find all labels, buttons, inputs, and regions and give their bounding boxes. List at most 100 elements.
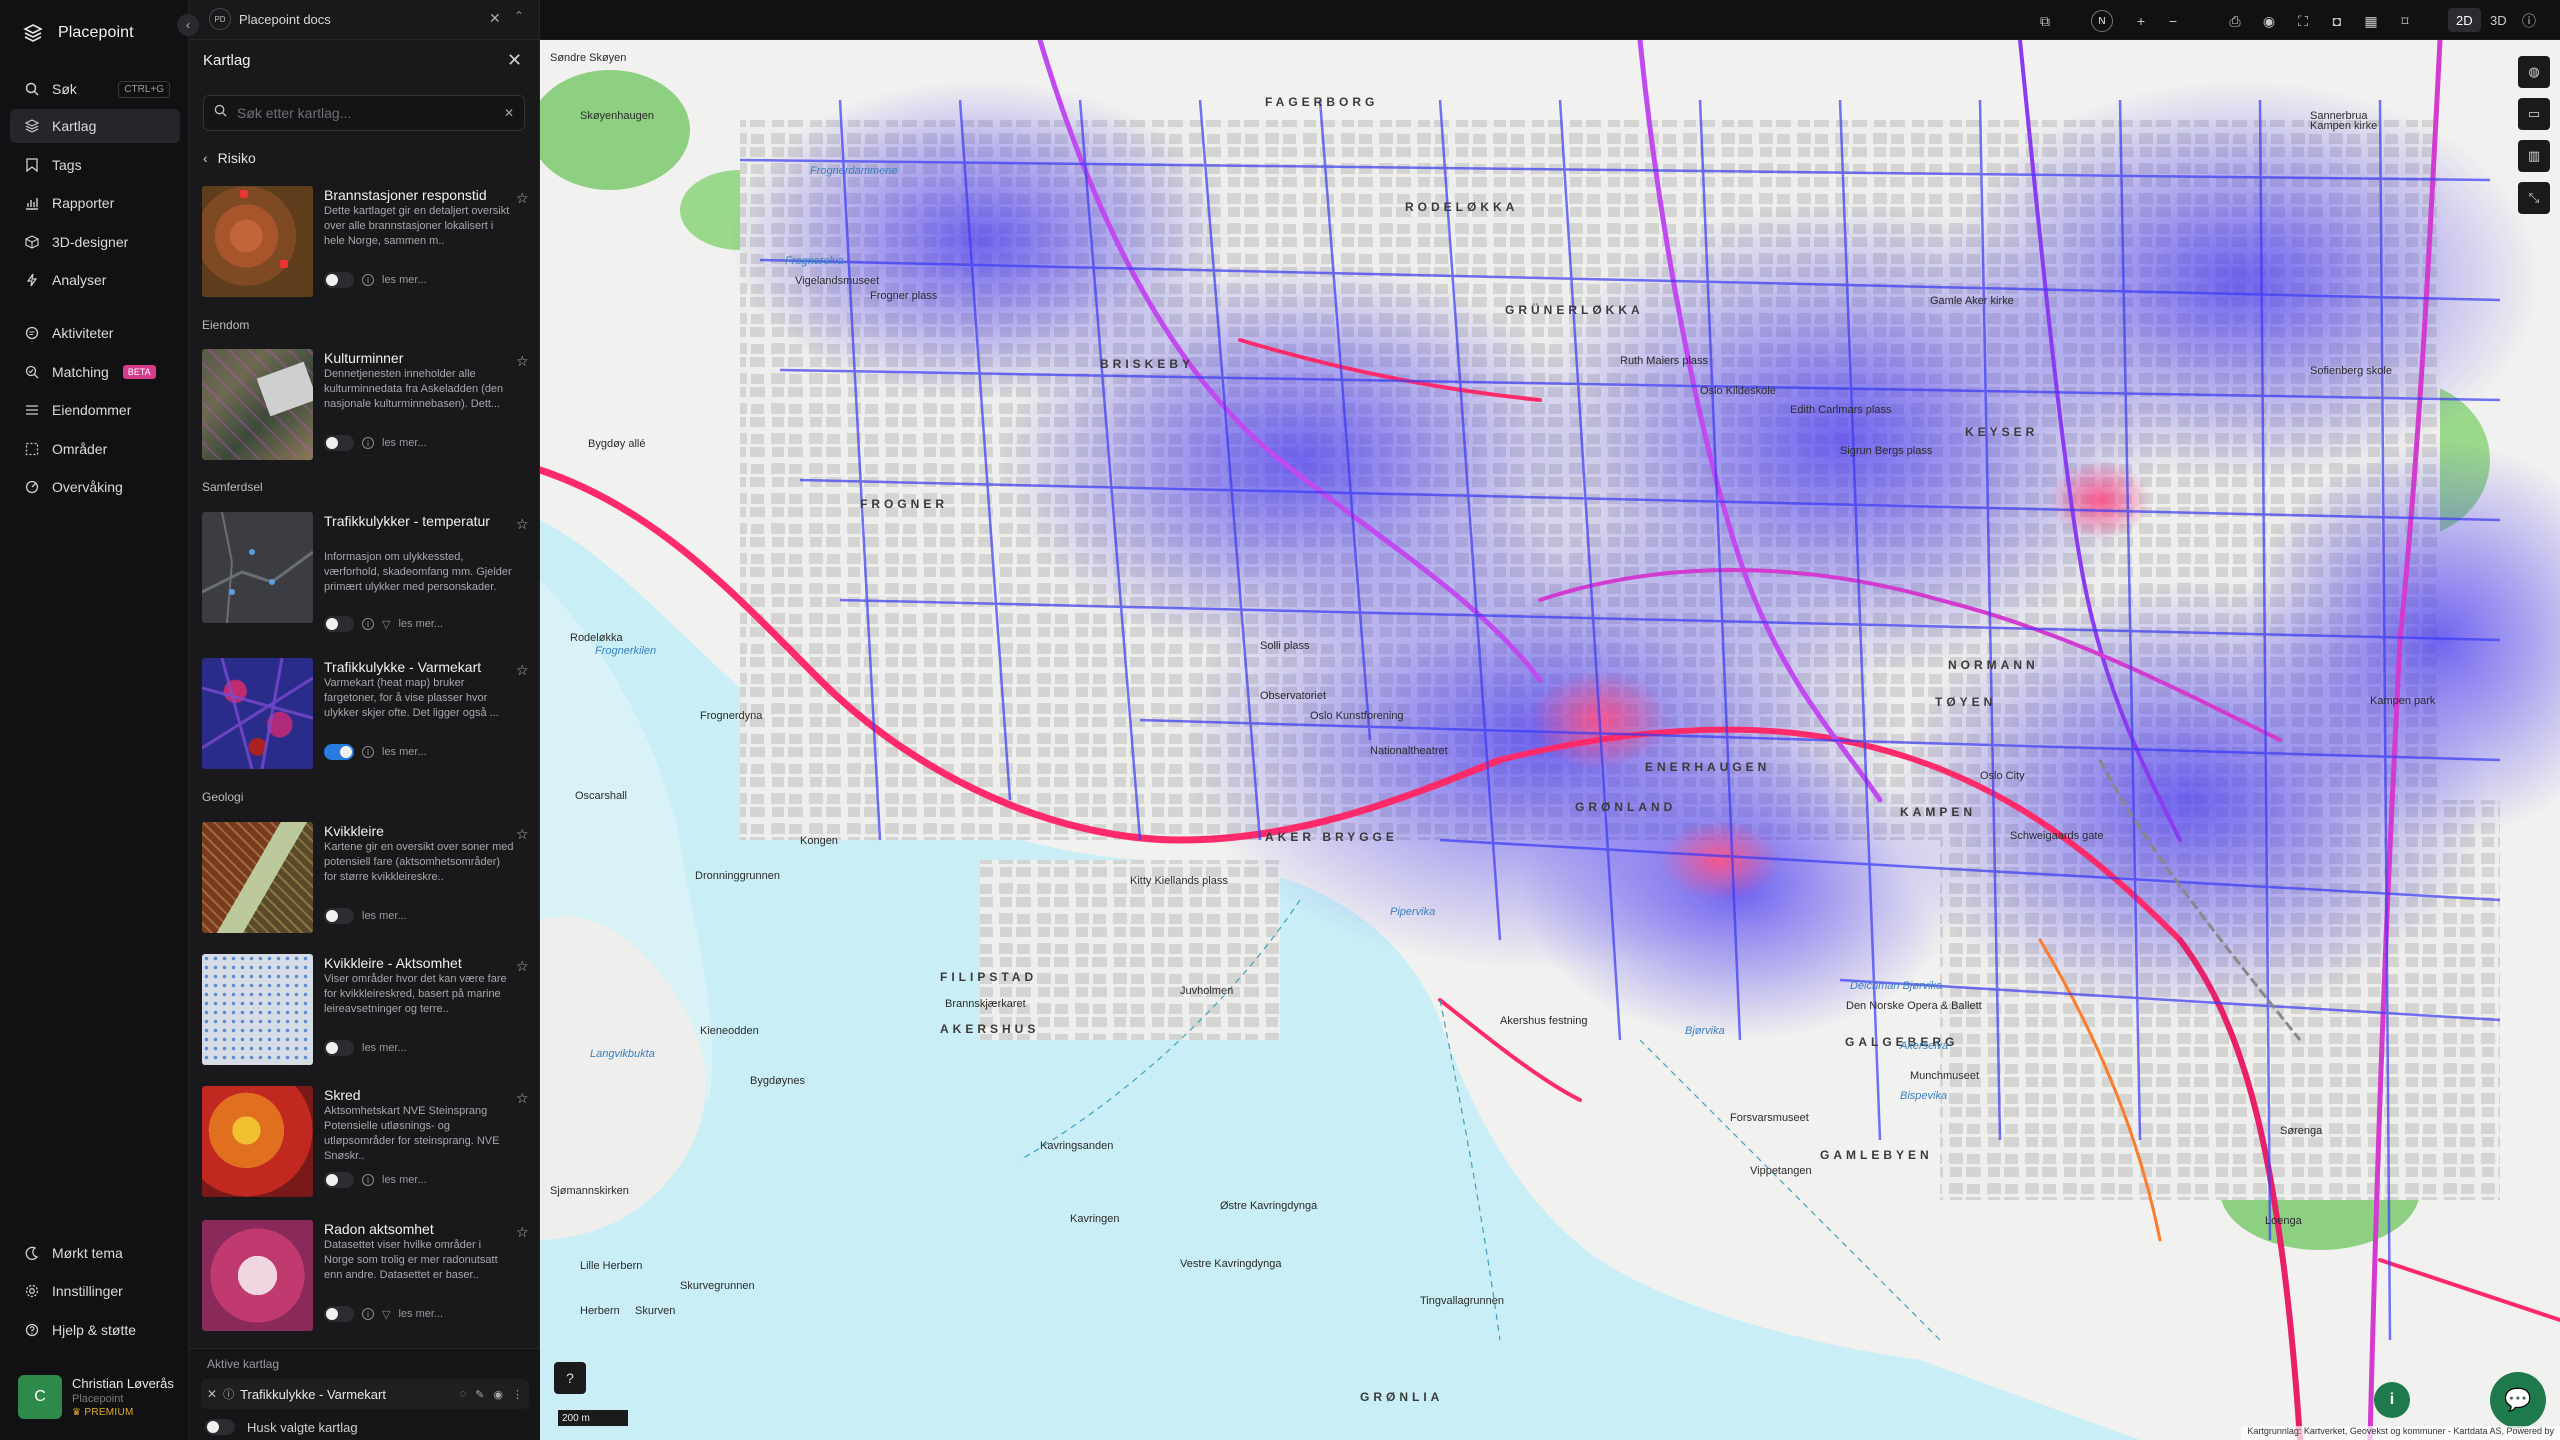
remove-layer-icon[interactable]: ✕	[207, 1387, 217, 1401]
layer-card[interactable]: Kulturminner Dennetjenesten inneholder a…	[202, 349, 532, 461]
more-icon[interactable]: ⋮	[512, 1388, 523, 1401]
favorite-star-icon[interactable]: ☆	[516, 1090, 529, 1107]
user-profile[interactable]: C Christian Løverås Placepoint ♛ PREMIUM	[10, 1366, 180, 1428]
route-icon[interactable]: ⤡	[2518, 182, 2550, 214]
read-more-link[interactable]: les mer...	[382, 1174, 427, 1186]
layer-description: Dette kartlaget gir en detaljert oversik…	[324, 205, 510, 247]
layer-toggle[interactable]	[324, 1306, 354, 1322]
chat-button[interactable]: 💬	[2490, 1372, 2546, 1428]
statistics-icon[interactable]: ▥	[2518, 140, 2550, 172]
nav-item-settings[interactable]: Innstillinger	[10, 1274, 180, 1308]
layer-toggle[interactable]	[324, 435, 354, 451]
nav-item-matching[interactable]: Matching BETA	[10, 355, 180, 389]
info-icon[interactable]: i	[362, 1174, 374, 1186]
layer-card[interactable]: Trafikkulykke - Varmekart Varmekart (hea…	[202, 658, 532, 770]
bookmark-icon[interactable]: ⌑	[2394, 10, 2416, 32]
active-layer-row[interactable]: ✕ ⓘ Trafikkulykke - Varmekart ◌ ✎ ◉ ⋮	[201, 1379, 529, 1409]
place-label: Ruth Maiers plass	[1620, 355, 1709, 367]
info-icon[interactable]: ⓘ	[223, 1386, 234, 1402]
crown-icon: ♛	[72, 1407, 85, 1418]
brand[interactable]: Placepoint	[22, 20, 134, 46]
info-icon[interactable]: i	[362, 746, 374, 758]
compass-button[interactable]: N	[2091, 10, 2113, 32]
camera-icon[interactable]: ◘	[2326, 10, 2348, 32]
nav-item-help[interactable]: Hjelp & støtte	[10, 1313, 180, 1347]
map-canvas[interactable]: FAGERBORG BRISKEBY FROGNER RODELØKKA GRÜNERL…	[540, 40, 2560, 1440]
nav-item-layers[interactable]: Kartlag	[10, 109, 180, 143]
info-icon[interactable]: i	[362, 437, 374, 449]
collapse-nav-button[interactable]: ‹	[177, 14, 199, 36]
nav-item-tags[interactable]: Tags	[10, 148, 180, 182]
read-more-link[interactable]: les mer...	[398, 1308, 443, 1320]
layer-card[interactable]: Radon aktsomhet Datasettet viser hvilke …	[202, 1220, 532, 1332]
place-label: Pipervika	[1390, 906, 1436, 918]
remember-layers[interactable]: Husk valgte kartlag	[205, 1419, 358, 1435]
opacity-icon[interactable]: ◌	[460, 1388, 467, 1401]
layer-card[interactable]: Kvikkleire - Aktsomhet Viser områder hvo…	[202, 954, 532, 1066]
back-to-category[interactable]: ‹ Risiko	[203, 150, 256, 166]
filter-icon[interactable]: ▽	[382, 1308, 390, 1321]
filter-icon[interactable]: ▽	[382, 618, 390, 631]
map-help-button[interactable]: ?	[554, 1362, 586, 1394]
layer-toggle[interactable]	[324, 1040, 354, 1056]
basemap-icon[interactable]: ◍	[2518, 56, 2550, 88]
nav-item-reports[interactable]: Rapporter	[10, 186, 180, 220]
favorite-star-icon[interactable]: ☆	[516, 826, 529, 843]
read-more-link[interactable]: les mer...	[382, 437, 427, 449]
read-more-link[interactable]: les mer...	[362, 1042, 407, 1054]
place-label: Nationaltheatret	[1370, 745, 1448, 757]
layer-card[interactable]: Kvikkleire Kartene gir en oversikt over …	[202, 822, 532, 934]
read-more-link[interactable]: les mer...	[382, 746, 427, 758]
document-tab[interactable]: PD Placepoint docs	[209, 8, 331, 30]
edit-icon[interactable]: ✎	[475, 1388, 484, 1401]
read-more-link[interactable]: les mer...	[398, 618, 443, 630]
mode-2d-button[interactable]: 2D	[2448, 8, 2481, 32]
print-icon[interactable]: ⎙	[2224, 10, 2246, 32]
info-icon[interactable]: i	[362, 274, 374, 286]
chevron-updown-icon[interactable]: ⌃	[514, 9, 524, 23]
read-more-link[interactable]: les mer...	[382, 274, 427, 286]
favorite-star-icon[interactable]: ☆	[516, 353, 529, 370]
eye-icon[interactable]: ◉	[2258, 10, 2280, 32]
layer-search-input[interactable]	[237, 105, 477, 121]
favorite-star-icon[interactable]: ☆	[516, 190, 529, 207]
nav-item-analyses[interactable]: Analyser	[10, 263, 180, 297]
nav-item-dark-theme[interactable]: Mørkt tema	[10, 1236, 180, 1270]
measure-icon[interactable]: ▭	[2518, 98, 2550, 130]
favorite-star-icon[interactable]: ☆	[516, 958, 529, 975]
layer-card[interactable]: Trafikkulykker - temperatur Informasjon …	[202, 512, 532, 632]
read-more-link[interactable]: les mer...	[362, 910, 407, 922]
nav-item-areas[interactable]: Områder	[10, 432, 180, 466]
fullscreen-icon[interactable]: ⛶	[2292, 10, 2314, 32]
layer-card[interactable]: Skred Aktsomhetskart NVE Steinsprang Pot…	[202, 1086, 532, 1198]
layer-toggle[interactable]	[324, 616, 354, 632]
eye-icon[interactable]: ◉	[493, 1388, 503, 1401]
mode-3d-button[interactable]: 3D	[2482, 8, 2515, 32]
info-button[interactable]: i	[2374, 1382, 2410, 1418]
remember-toggle[interactable]	[205, 1419, 235, 1435]
layer-toggle[interactable]	[324, 908, 354, 924]
favorite-star-icon[interactable]: ☆	[516, 662, 529, 679]
nav-item-properties[interactable]: Eiendommer	[10, 393, 180, 427]
info-icon[interactable]: ⓘ	[2518, 10, 2540, 32]
clear-search-icon[interactable]: ✕	[504, 106, 514, 120]
layer-toggle[interactable]	[324, 1172, 354, 1188]
nav-item-monitoring[interactable]: Overvåking	[10, 470, 180, 504]
close-panel-icon[interactable]: ✕	[507, 50, 522, 71]
nav-item-activities[interactable]: Aktiviteter	[10, 316, 180, 350]
favorite-star-icon[interactable]: ☆	[516, 516, 529, 533]
close-icon[interactable]: ✕	[489, 10, 501, 27]
layer-toggle[interactable]	[324, 272, 354, 288]
info-icon[interactable]: i	[362, 1308, 374, 1320]
grid-icon[interactable]: ▦	[2360, 10, 2382, 32]
zoom-in-icon[interactable]: +	[2130, 10, 2152, 32]
nav-item-3d-designer[interactable]: 3D-designer	[10, 225, 180, 259]
zoom-out-icon[interactable]: −	[2162, 10, 2184, 32]
favorite-star-icon[interactable]: ☆	[516, 1224, 529, 1241]
nav-item-search[interactable]: Søk CTRL+G	[10, 72, 180, 106]
layer-card[interactable]: Brannstasjoner responstid Dette kartlage…	[202, 186, 532, 298]
layer-toggle[interactable]	[324, 744, 354, 760]
info-icon[interactable]: i	[362, 618, 374, 630]
district-label: BRISKEBY	[1100, 357, 1195, 371]
layers-stack-icon[interactable]: ⧉	[2034, 10, 2056, 32]
